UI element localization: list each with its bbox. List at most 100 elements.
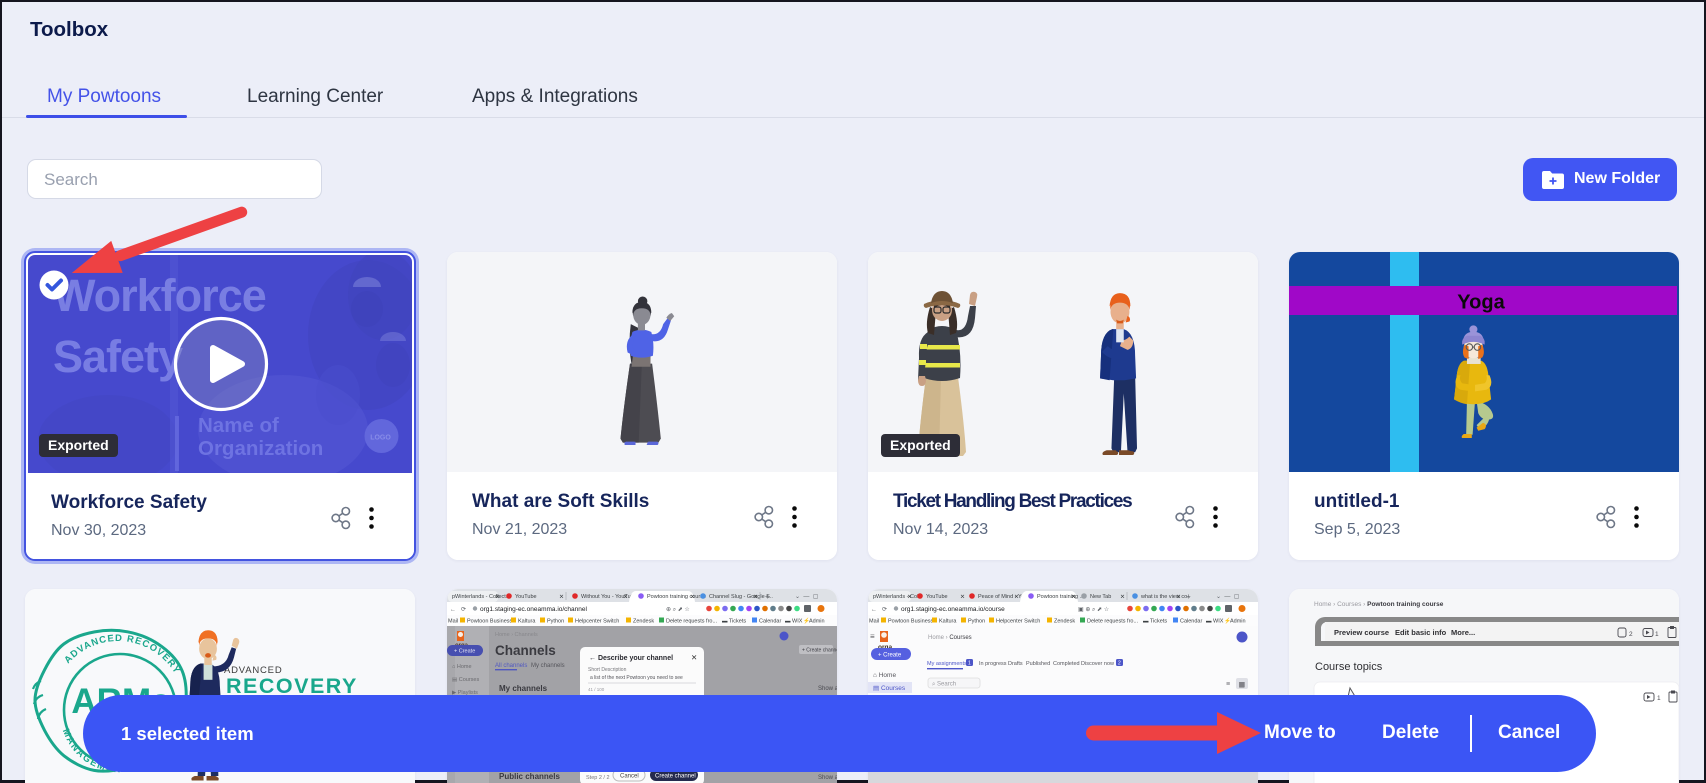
svg-text:▣ ⊕ ⌕ ⬈ ☆: ▣ ⊕ ⌕ ⬈ ☆ [1078,606,1109,613]
svg-text:Organization: Organization [198,437,323,460]
svg-text:Without You - YouTube: Without You - YouTube [581,594,637,600]
svg-text:Calendar: Calendar [759,619,781,625]
svg-text:New Tab: New Tab [1090,594,1111,600]
svg-text:≡: ≡ [870,632,875,641]
svg-text:▤ Courses: ▤ Courses [873,685,906,692]
svg-text:✕: ✕ [907,595,912,601]
svg-text:Create channel: Create channel [655,774,696,780]
svg-text:1: 1 [1657,695,1661,702]
svg-text:Kaltura: Kaltura [518,619,536,625]
svg-text:More...: More... [1451,628,1475,637]
svg-text:Short Description: Short Description [588,667,627,673]
svg-text:Delete requests fro...: Delete requests fro... [1087,619,1139,625]
svg-text:2: 2 [1629,631,1633,638]
svg-text:YouTube: YouTube [926,594,948,600]
svg-text:✕: ✕ [495,595,500,601]
svg-text:Show all: Show all [818,775,837,781]
svg-text:⌂ Home: ⌂ Home [873,672,896,679]
svg-text:Safety: Safety [53,331,183,382]
svg-text:✕: ✕ [623,595,628,601]
svg-text:⌕ Search: ⌕ Search [932,682,956,688]
svg-text:Public channels: Public channels [499,772,560,781]
svg-text:what is the view co..: what is the view co.. [1140,594,1191,600]
svg-text:⊕ ⌕ ⬈ ☆: ⊕ ⌕ ⬈ ☆ [666,606,690,613]
svg-text:Admin: Admin [809,619,825,625]
svg-text:+: + [765,592,770,601]
svg-text:Powtoon training course: Powtoon training course [647,594,706,600]
svg-text:In progress: In progress [979,661,1007,667]
svg-text:1: 1 [968,661,971,667]
svg-text:▬ Tickets: ▬ Tickets [722,619,746,625]
svg-text:LOGO: LOGO [370,435,391,442]
svg-text:Peace of Mind - Yo..: Peace of Mind - Yo.. [978,594,1028,600]
svg-text:org1.staging-ec.oneamma.io/cha: org1.staging-ec.oneamma.io/channel [480,606,588,613]
svg-text:+ Create channel: + Create channel [802,648,837,654]
svg-text:✕: ✕ [690,595,695,601]
svg-text:Channels: Channels [495,643,556,658]
svg-text:Course topics: Course topics [1315,661,1383,673]
svg-text:1: 1 [1655,631,1659,638]
svg-text:My channels: My channels [531,663,565,669]
svg-text:+ Create: + Create [454,649,475,655]
svg-text:▦: ▦ [1239,682,1246,689]
svg-text:org1.staging-ec.oneamma.io/cou: org1.staging-ec.oneamma.io/course [901,606,1005,613]
svg-text:▬ WIX: ▬ WIX [785,619,803,625]
svg-text:pWinterlands - Collect..: pWinterlands - Collect.. [452,594,509,600]
svg-text:Powtoon Business: Powtoon Business [467,619,512,625]
svg-text:Calendar: Calendar [1180,619,1202,625]
svg-text:Powtoon Business: Powtoon Business [888,619,933,625]
svg-text:Mail: Mail [448,619,458,625]
svg-text:41 / 100: 41 / 100 [588,687,605,692]
svg-text:+ Create: + Create [878,653,902,659]
svg-text:Preview course: Preview course [1334,628,1389,637]
svg-text:Cancel: Cancel [620,774,639,780]
svg-text:+: + [1186,592,1191,601]
svg-text:Admin: Admin [1230,619,1246,625]
svg-text:Channel Slug - Google S..: Channel Slug - Google S.. [709,594,773,600]
svg-text:← Describe your channel: ← Describe your channel [589,655,673,662]
svg-text:Delete requests fro...: Delete requests fro... [666,619,718,625]
svg-text:Kaltura: Kaltura [939,619,957,625]
svg-text:All channels: All channels [495,663,527,669]
svg-text:Powtoon training ...: Powtoon training ... [1037,594,1085,600]
svg-text:▬ WIX: ▬ WIX [1206,619,1224,625]
svg-text:←: ← [871,607,877,613]
svg-text:2: 2 [1118,661,1121,667]
svg-text:Home › Channels: Home › Channels [495,632,538,638]
svg-text:▤ Courses: ▤ Courses [452,677,479,683]
svg-text:Completed: Completed [1053,661,1080,667]
svg-text:My assignments: My assignments [927,661,967,667]
svg-text:Python: Python [968,619,985,625]
svg-text:a list of the next Powtoon you: a list of the next Powtoon you need to s… [590,675,683,681]
svg-text:Name of: Name of [198,414,279,437]
svg-text:Discover now: Discover now [1081,661,1114,667]
svg-text:✕: ✕ [691,653,697,662]
svg-text:✕: ✕ [753,595,758,601]
svg-text:My channels: My channels [499,684,548,693]
svg-text:Zendesk: Zendesk [1054,619,1075,625]
svg-text:✕: ✕ [1120,595,1125,601]
svg-text:⌄ — ▢: ⌄ — ▢ [795,594,819,600]
svg-text:Helpcenter Switch: Helpcenter Switch [996,619,1040,625]
svg-text:Workforce: Workforce [53,270,266,321]
svg-text:Published: Published [1026,661,1050,667]
svg-text:←: ← [450,607,456,613]
svg-text:⟳: ⟳ [882,607,887,613]
svg-text:⟳: ⟳ [461,607,466,613]
svg-text:▬ Tickets: ▬ Tickets [1143,619,1167,625]
svg-text:Show all: Show all [818,686,837,692]
svg-text:Yoga: Yoga [1457,292,1505,314]
svg-text:pWinterlands - Col..: pWinterlands - Col.. [873,594,922,600]
svg-text:Step 2 / 2: Step 2 / 2 [586,775,610,781]
svg-text:✕: ✕ [1071,595,1076,601]
svg-text:Helpcenter Switch: Helpcenter Switch [575,619,619,625]
svg-text:Edit basic info: Edit basic info [1395,628,1447,637]
svg-text:Home › Courses › Powtoon t: Home › Courses › Powtoon training course [1314,601,1444,608]
svg-text:✕: ✕ [1014,595,1019,601]
svg-text:✕: ✕ [1176,595,1181,601]
svg-text:⌄ — ▢: ⌄ — ▢ [1216,594,1240,600]
svg-text:≡: ≡ [1226,681,1230,688]
svg-text:Mail: Mail [869,619,879,625]
svg-text:⌂ Home: ⌂ Home [452,664,472,670]
svg-text:✕: ✕ [960,595,965,601]
